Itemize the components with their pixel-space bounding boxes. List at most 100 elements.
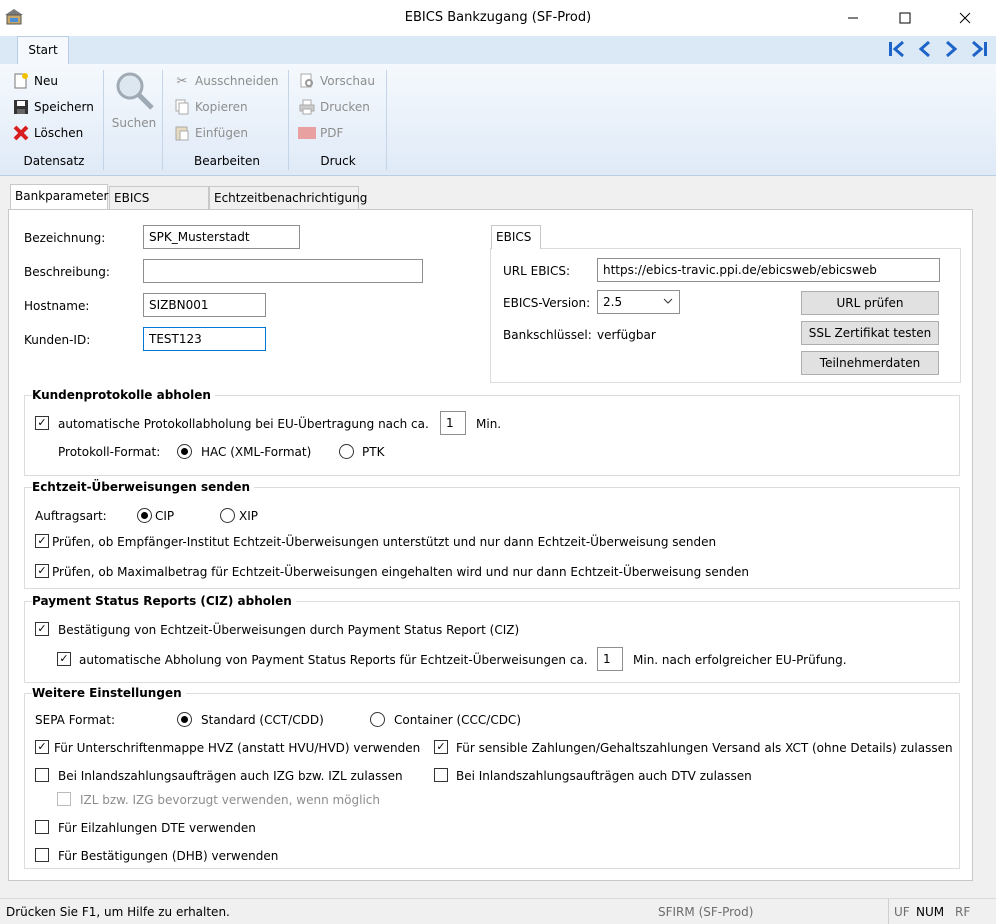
ribbon-tab-bar (0, 36, 996, 64)
ssl-test-button[interactable]: SSL Zertifikat testen (801, 321, 939, 345)
group-label-datensatz: Datensatz (23, 154, 85, 168)
tab-ebics-benutzer[interactable]: EBICS Benutzer (109, 186, 209, 227)
tab-echtzeitbenachrichtigung[interactable]: Echtzeitbenachrichtigung (209, 186, 367, 210)
save-button[interactable]: Speichern (12, 96, 94, 118)
paste-label: Einfügen (195, 126, 248, 140)
hac-label: HAC (XML-Format) (201, 445, 312, 459)
psr-check2-label: automatische Abholung von Payment Status… (79, 653, 588, 667)
dte-label: Für Eilzahlungen DTE verwenden (58, 821, 256, 835)
group-label-bearbeiten: Bearbeiten (194, 154, 260, 168)
delete-button[interactable]: Löschen (12, 122, 83, 144)
sepa-container-radio[interactable] (370, 712, 385, 727)
echtzeit-check1-label: Prüfen, ob Empfänger-Institut Echtzeit-Ü… (52, 535, 717, 549)
print-button[interactable]: Drucken (298, 96, 370, 118)
hostname-input[interactable]: SIZBN001 (143, 293, 266, 317)
kundenprotokolle-title: Kundenprotokolle abholen (32, 388, 215, 402)
paste-icon (173, 124, 191, 142)
tab-bankparameter[interactable]: Bankparameter (10, 184, 109, 211)
ribbon-separator (386, 70, 387, 170)
ebics-version-value: 2.5 (603, 295, 623, 309)
status-help-text: Drücken Sie F1, um Hilfe zu erhalten. (6, 905, 230, 919)
paste-button[interactable]: Einfügen (173, 122, 248, 144)
search-button[interactable]: Suchen (110, 70, 158, 132)
sepa-standard-radio[interactable] (177, 712, 192, 727)
izl-preferred-checkbox[interactable] (57, 792, 71, 806)
hvz-checkbox[interactable]: ✓ (35, 740, 49, 754)
ptk-label: PTK (362, 445, 385, 459)
xct-checkbox[interactable]: ✓ (434, 740, 448, 754)
pdf-icon (298, 124, 316, 142)
echtzeit-check2-checkbox[interactable]: ✓ (35, 564, 49, 578)
sepa-standard-label: Standard (CCT/CDD) (201, 713, 324, 727)
close-button[interactable] (942, 0, 988, 36)
dtv-checkbox[interactable] (434, 768, 448, 782)
cut-button[interactable]: ✂ Ausschneiden (173, 70, 279, 92)
dhb-checkbox[interactable] (35, 848, 49, 862)
status-uf: UF (894, 905, 910, 919)
beschreibung-input[interactable] (143, 259, 423, 283)
izg-label: Bei Inlandszahlungsaufträgen auch IZG bz… (58, 769, 403, 783)
url-pruefen-button[interactable]: URL prüfen (801, 291, 939, 315)
search-icon (110, 70, 158, 112)
xip-label: XIP (239, 509, 258, 523)
next-record-icon[interactable] (940, 39, 962, 61)
psr-minutes[interactable]: 1 (597, 647, 623, 671)
chevron-down-icon (663, 291, 673, 320)
ebics-version-select[interactable]: 2.5 (597, 290, 680, 314)
copy-button[interactable]: Kopieren (173, 96, 248, 118)
bankschluessel-value: verfügbar (597, 328, 656, 342)
first-record-icon[interactable] (886, 39, 908, 61)
teilnehmerdaten-button[interactable]: Teilnehmerdaten (801, 351, 939, 375)
status-divider (888, 899, 889, 924)
maximize-button[interactable] (882, 0, 928, 36)
beschreibung-label: Beschreibung: (24, 265, 110, 279)
new-button[interactable]: Neu (12, 70, 58, 92)
preview-button[interactable]: Vorschau (298, 70, 375, 92)
ptk-radio[interactable] (339, 444, 354, 459)
auto-protokoll-label: automatische Protokollabholung bei EU-Üb… (58, 417, 429, 431)
psr-check1-label: Bestätigung von Echtzeit-Überweisungen d… (58, 623, 520, 637)
weitere-title: Weitere Einstellungen (32, 686, 186, 700)
protokoll-format-label: Protokoll-Format: (58, 445, 161, 459)
hac-radio[interactable] (177, 444, 192, 459)
ribbon-separator (103, 70, 104, 170)
new-label: Neu (34, 74, 58, 88)
cut-label: Ausschneiden (195, 74, 279, 88)
psr-check2-checkbox[interactable]: ✓ (57, 652, 71, 666)
new-document-icon (12, 72, 30, 90)
minimize-button[interactable] (830, 0, 876, 36)
echtzeit-check1-checkbox[interactable]: ✓ (35, 534, 49, 548)
xip-radio[interactable] (220, 508, 235, 523)
cip-radio[interactable] (137, 508, 152, 523)
echtzeit-title: Echtzeit-Überweisungen senden (32, 480, 255, 494)
preview-icon (298, 72, 316, 90)
title-bar: EBICS Bankzugang (SF-Prod) (0, 0, 996, 36)
auto-protokoll-minutes[interactable]: 1 (440, 411, 466, 435)
sepa-format-label: SEPA Format: (35, 713, 116, 727)
dte-checkbox[interactable] (35, 820, 49, 834)
izg-checkbox[interactable] (35, 768, 49, 782)
bankschluessel-label: Bankschlüssel: (503, 328, 592, 342)
ribbon-separator (162, 70, 163, 170)
tab-ebics[interactable]: EBICS (491, 225, 541, 249)
last-record-icon[interactable] (968, 39, 990, 61)
auto-protokoll-checkbox[interactable]: ✓ (35, 416, 49, 430)
url-ebics-label: URL EBICS: (503, 264, 571, 278)
previous-record-icon[interactable] (914, 39, 936, 61)
dhb-label: Für Bestätigungen (DHB) verwenden (58, 849, 279, 863)
delete-label: Löschen (34, 126, 84, 140)
url-ebics-input[interactable]: https://ebics-travic.ppi.de/ebicsweb/ebi… (597, 258, 940, 282)
psr-title: Payment Status Reports (CIZ) abholen (32, 594, 296, 608)
ribbon-tab-start[interactable]: Start (17, 36, 69, 64)
pdf-button[interactable]: PDF (298, 122, 343, 144)
print-label: Drucken (320, 100, 370, 114)
hvz-label: Für Unterschriftenmappe HVZ (anstatt HVU… (54, 741, 421, 755)
save-label: Speichern (34, 100, 94, 114)
delete-icon (12, 124, 30, 142)
psr-suffix-label: Min. nach erfolgreicher EU-Prüfung. (633, 653, 847, 667)
sepa-container-label: Container (CCC/CDC) (394, 713, 521, 727)
psr-check1-checkbox[interactable]: ✓ (35, 622, 49, 636)
kunden-id-input[interactable]: TEST123 (143, 327, 266, 351)
group-label-druck: Druck (320, 154, 356, 168)
bezeichnung-input[interactable]: SPK_Musterstadt (143, 225, 300, 249)
